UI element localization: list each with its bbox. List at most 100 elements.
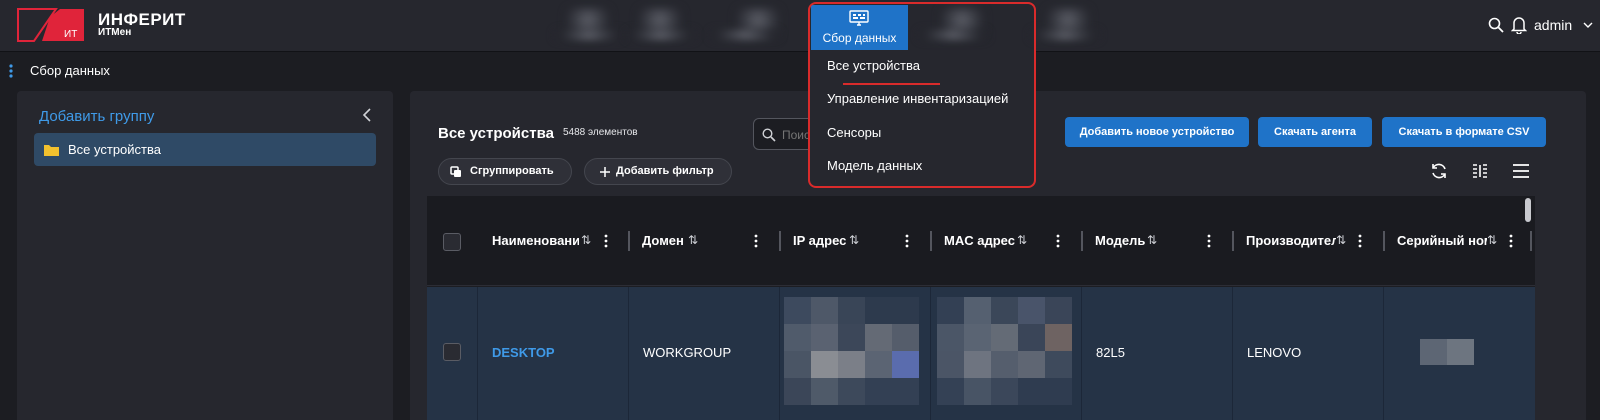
column-separator[interactable]: [1081, 231, 1083, 251]
chevron-left-icon[interactable]: [361, 108, 373, 122]
column-header-mac[interactable]: MAC адрес ⇅: [930, 196, 1081, 286]
cell-model: 82L5: [1096, 345, 1125, 360]
column-label: Модель: [1095, 233, 1146, 248]
serial-redacted: [1420, 339, 1447, 365]
columns-icon[interactable]: [1470, 161, 1490, 181]
sidebar-item-all-devices[interactable]: Все устройства: [34, 133, 376, 166]
group-icon: [450, 166, 461, 177]
column-menu-icon[interactable]: [604, 234, 608, 248]
highlight-frame: [808, 2, 1036, 52]
brand-subtitle: ИТМен: [98, 27, 132, 38]
column-header-serial[interactable]: Серийный ном ⇅: [1383, 196, 1534, 286]
refresh-icon[interactable]: [1429, 161, 1449, 181]
page-title: Все устройства: [438, 125, 554, 142]
sort-icon[interactable]: ⇅: [1336, 233, 1346, 247]
add-filter-label: Добавить фильтр: [616, 165, 714, 177]
mac-address-redacted: [937, 297, 1072, 405]
column-header-name[interactable]: Наименовани ⇅: [477, 196, 628, 286]
sort-icon[interactable]: ⇅: [581, 233, 591, 247]
table-row[interactable]: DESKTOP WORKGROUP 82L5 LENOVO: [427, 287, 1535, 420]
menu-item-data-model[interactable]: Модель данных: [827, 158, 922, 173]
nav-label-blurred-3: [710, 30, 780, 40]
logo-text: ИТ: [64, 29, 77, 40]
cell-divider: [477, 287, 478, 420]
cell-domain: WORKGROUP: [643, 345, 732, 360]
ip-address-redacted: [784, 297, 919, 405]
column-separator[interactable]: [1383, 231, 1385, 251]
serial-redacted: [1447, 339, 1474, 365]
menu-item-label: Все устройства: [827, 58, 920, 73]
group-button-label: Сгруппировать: [470, 165, 554, 177]
column-label: Домен: [642, 233, 684, 248]
add-group-link[interactable]: Добавить группу: [39, 108, 154, 125]
search-icon[interactable]: [1488, 17, 1504, 33]
user-name[interactable]: admin: [1534, 17, 1572, 33]
column-separator[interactable]: [628, 231, 630, 251]
sort-icon[interactable]: ⇅: [688, 233, 698, 247]
nav-label-blurred-1: [554, 30, 624, 40]
column-separator[interactable]: [930, 231, 932, 251]
top-bar: ИТ ИНФЕРИТ ИТМен Сбор данных admin: [0, 0, 1600, 52]
column-label: Серийный ном: [1397, 233, 1487, 248]
column-menu-icon[interactable]: [1056, 234, 1060, 248]
plus-icon: [600, 167, 610, 177]
nav-label-blurred-2: [626, 30, 696, 40]
download-csv-button[interactable]: Скачать в формате CSV: [1382, 117, 1546, 147]
menu-item-all-devices[interactable]: Все устройства: [827, 58, 940, 85]
cell-divider: [1232, 287, 1233, 420]
select-all-checkbox[interactable]: [443, 233, 461, 251]
sort-icon[interactable]: ⇅: [1147, 233, 1157, 247]
column-menu-icon[interactable]: [905, 234, 909, 248]
cell-divider: [628, 287, 629, 420]
kebab-icon[interactable]: [9, 64, 13, 78]
device-name-link[interactable]: DESKTOP: [492, 345, 555, 360]
sidebar-item-label: Все устройства: [68, 142, 161, 157]
column-separator[interactable]: [1232, 231, 1234, 251]
sort-icon[interactable]: ⇅: [1487, 233, 1497, 247]
groups-sidebar: Добавить группу Все устройства: [17, 91, 393, 420]
table-header: Наименовани ⇅ Домен ⇅ IP адрес ⇅ MAC адр…: [427, 196, 1535, 286]
column-header-domain[interactable]: Домен ⇅: [628, 196, 779, 286]
column-label: Производитель: [1246, 233, 1336, 248]
column-header-vendor[interactable]: Производитель ⇅: [1232, 196, 1383, 286]
column-header-ip[interactable]: IP адрес ⇅: [779, 196, 930, 286]
breadcrumb-label: Сбор данных: [30, 63, 110, 78]
items-count: 5488 элементов: [563, 127, 638, 138]
sort-icon[interactable]: ⇅: [849, 233, 859, 247]
breadcrumb: Сбор данных: [0, 52, 1600, 90]
cell-divider: [1383, 287, 1384, 420]
table-scrollbar[interactable]: [1525, 198, 1531, 222]
column-menu-icon[interactable]: [754, 234, 758, 248]
bell-icon[interactable]: [1511, 16, 1527, 34]
add-filter-button[interactable]: Добавить фильтр: [584, 158, 732, 185]
nav-label-blurred-5: [1030, 30, 1100, 40]
brand-logo: ИТ: [17, 8, 84, 42]
cell-divider: [1081, 287, 1082, 420]
column-separator[interactable]: [779, 231, 781, 251]
devices-table: Наименовани ⇅ Домен ⇅ IP адрес ⇅ MAC адр…: [427, 196, 1535, 420]
sort-icon[interactable]: ⇅: [1017, 233, 1027, 247]
row-checkbox[interactable]: [443, 343, 461, 361]
download-agent-button[interactable]: Скачать агента: [1258, 117, 1372, 147]
chevron-down-icon[interactable]: [1583, 20, 1593, 30]
column-separator[interactable]: [1530, 231, 1532, 251]
column-menu-icon[interactable]: [1509, 234, 1513, 248]
cell-divider: [779, 287, 780, 420]
column-header-model[interactable]: Модель ⇅: [1081, 196, 1232, 286]
folder-icon: [44, 145, 59, 156]
add-device-button[interactable]: Добавить новое устройство: [1065, 117, 1249, 147]
column-label: MAC адрес: [944, 233, 1015, 248]
menu-item-sensors[interactable]: Сенсоры: [827, 125, 881, 140]
data-collection-menu: Все устройства Управление инвентаризацие…: [808, 50, 1036, 188]
cell-divider: [930, 287, 931, 420]
menu-item-inventory-management[interactable]: Управление инвентаризацией: [827, 91, 1008, 106]
column-label: IP адрес: [793, 233, 847, 248]
search-icon: [762, 128, 776, 142]
menu-icon[interactable]: [1511, 161, 1531, 181]
column-label: Наименовани: [492, 233, 579, 248]
cell-vendor: LENOVO: [1247, 345, 1302, 360]
group-button[interactable]: Сгруппировать: [438, 158, 572, 185]
active-underline: [843, 83, 940, 85]
column-menu-icon[interactable]: [1207, 234, 1211, 248]
column-menu-icon[interactable]: [1358, 234, 1362, 248]
